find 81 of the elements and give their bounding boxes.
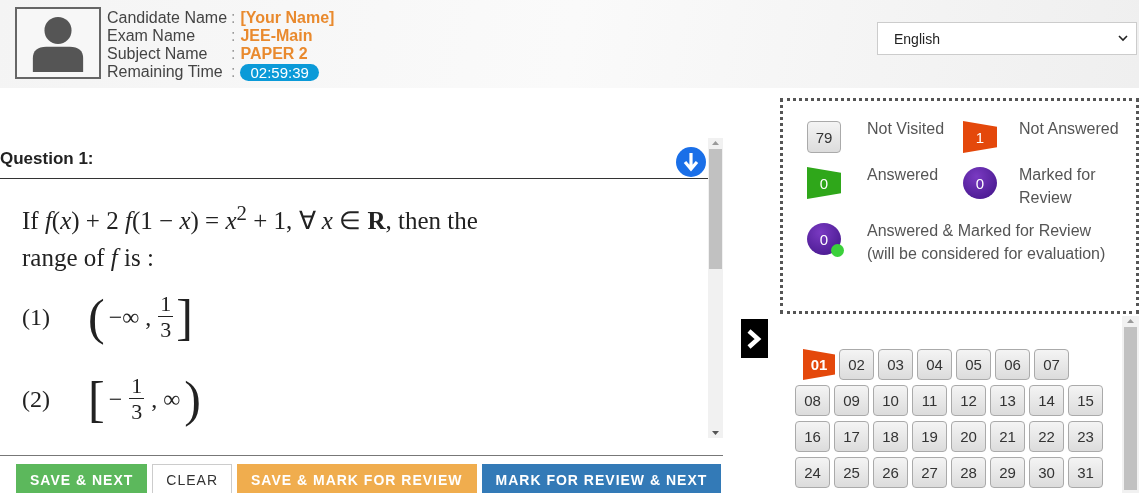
status-marker: 79 [807,121,841,153]
fraction-numerator: 1 [158,293,174,318]
math-text: − [107,385,124,413]
math-text: −∞ , [107,303,153,331]
question-button[interactable]: 30 [1029,457,1064,488]
question-button[interactable]: 14 [1029,385,1064,416]
field-separator: : [231,63,236,81]
chevron-right-icon [746,327,762,350]
field-separator: : [231,27,236,45]
action-button[interactable]: CLEAR [152,464,232,493]
field-separator: : [231,45,236,63]
field-label: Remaining Time [107,63,224,81]
question-button[interactable]: 20 [951,421,986,452]
question-button[interactable]: 03 [878,349,913,380]
legend-label: Answered [867,165,940,185]
question-button[interactable]: 09 [834,385,869,416]
option-number: (1) [22,303,51,331]
field-value: [Your Name] [240,9,335,27]
interval-bracket: [ [88,371,105,428]
field-label: Exam Name [107,27,197,45]
scroll-up-arrow-icon[interactable] [712,141,719,145]
question-button[interactable]: 02 [839,349,874,380]
question-button[interactable]: 27 [912,457,947,488]
question-button[interactable]: 16 [795,421,830,452]
question-button[interactable]: 11 [912,385,947,416]
legend-label: Answered & Marked for Review [867,221,1093,241]
question-button[interactable]: 13 [990,385,1025,416]
question-button[interactable]: 22 [1029,421,1064,452]
chevron-down-icon [1118,35,1128,42]
language-dropdown[interactable]: English [877,22,1137,55]
question-button[interactable]: 01 [803,349,835,380]
option-number: (2) [22,385,51,413]
question-button[interactable]: 23 [1068,421,1103,452]
status-marker: 0 [807,223,841,255]
field-label: Candidate Name [107,9,229,27]
question-button[interactable]: 17 [834,421,869,452]
field-separator: : [231,9,236,27]
scrollbar[interactable] [708,138,723,438]
question-button[interactable]: 07 [1034,349,1069,380]
scroll-down-icon[interactable] [676,147,706,177]
question-button[interactable]: 04 [917,349,952,380]
question-button[interactable]: 15 [1068,385,1103,416]
question-number: Question 1: [0,149,94,169]
interval-bracket: ( [88,289,105,346]
question-button[interactable]: 28 [951,457,986,488]
legend-label: Marked for Review [1019,165,1097,208]
question-button[interactable]: 08 [795,385,830,416]
question-button[interactable]: 26 [873,457,908,488]
legend-label: Not Answered [1019,119,1120,139]
action-button[interactable]: MARK FOR REVIEW & NEXT [481,464,722,493]
remaining-time-badge: 02:59:39 [240,63,319,81]
field-value: JEE-Main [240,27,313,45]
question-button[interactable]: 25 [834,457,869,488]
question-button[interactable]: 21 [990,421,1025,452]
question-text: If f(x) + 2 f(1 − x) = x$^{2}$ + 1, ∀ x ∈ R, then the range of f is : [21,200,479,274]
legend-note: (will be considered for evaluation) [867,244,1107,264]
field-label: Subject Name [107,45,209,63]
fraction-denominator: 3 [160,317,172,342]
fraction-numerator: 1 [129,375,145,400]
legend-label: Not Visited [867,119,946,139]
question-button[interactable]: 24 [795,457,830,488]
interval-bracket: ] [176,289,193,346]
scrollbar[interactable] [1122,316,1139,493]
question-button[interactable]: 06 [995,349,1030,380]
question-button[interactable]: 12 [951,385,986,416]
interval-bracket: ) [184,371,201,428]
question-button[interactable]: 31 [1068,457,1103,488]
scroll-down-arrow-icon[interactable] [712,431,719,435]
question-button[interactable]: 19 [912,421,947,452]
collapse-panel-button[interactable] [740,319,768,358]
question-button[interactable]: 05 [956,349,991,380]
question-button[interactable]: 10 [873,385,908,416]
math-text: , ∞ [150,385,182,413]
question-button[interactable]: 29 [990,457,1025,488]
field-value: PAPER 2 [240,45,308,63]
status-marker: 0 [807,167,841,199]
scroll-up-arrow-icon[interactable] [1127,319,1134,323]
fraction-denominator: 3 [131,399,143,424]
status-marker: 1 [963,121,997,153]
question-button[interactable]: 18 [873,421,908,452]
status-marker: 0 [963,167,997,199]
